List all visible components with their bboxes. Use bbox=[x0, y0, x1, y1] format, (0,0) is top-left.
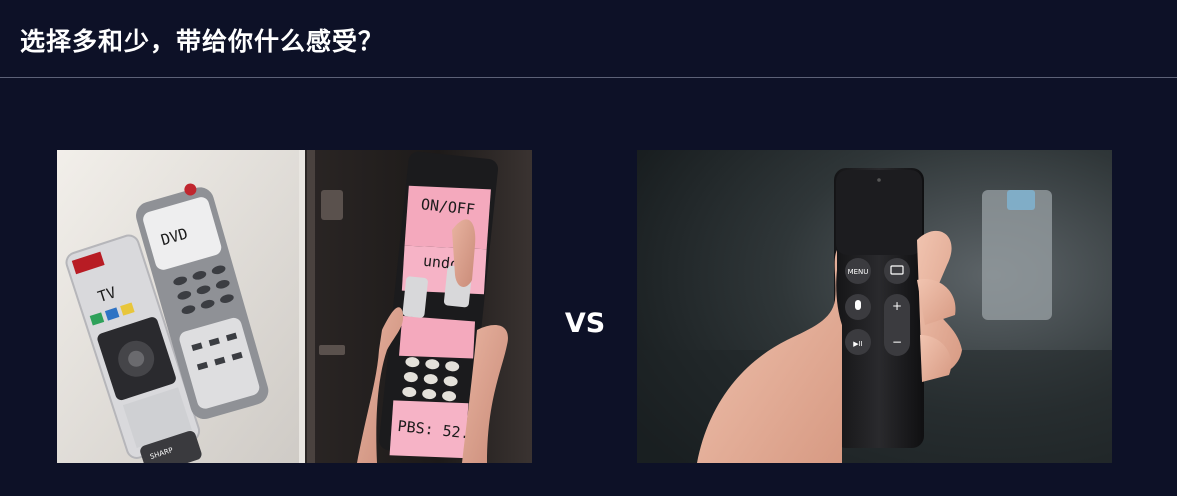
plus-label: + bbox=[892, 299, 902, 313]
play-pause-label: ▶II bbox=[853, 340, 863, 348]
minus-label: − bbox=[892, 335, 902, 349]
title-divider bbox=[0, 77, 1177, 78]
menu-label: MENU bbox=[848, 268, 869, 276]
slide-title: 选择多和少，带给你什么感受？ bbox=[20, 27, 385, 56]
vs-label: VS bbox=[564, 308, 606, 339]
cluttered-remotes-photo: TV SHARP DVD ON/OFF undo PBS: 52.2 bbox=[57, 150, 532, 463]
minimal-remote-photo: MENU + − ▶II bbox=[637, 150, 1112, 463]
